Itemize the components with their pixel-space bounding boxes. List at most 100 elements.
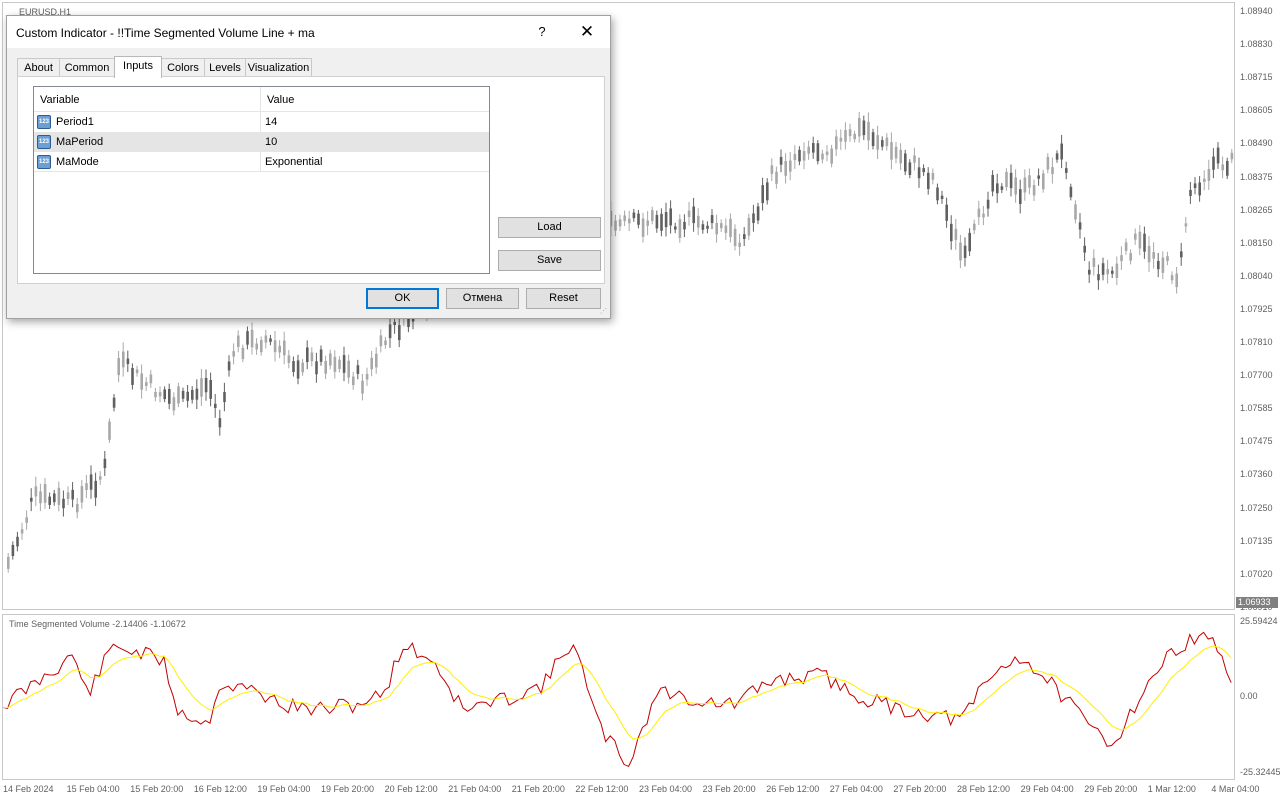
candle-body — [1042, 173, 1045, 190]
load-button[interactable]: Load — [498, 217, 601, 238]
candle-body — [140, 373, 143, 390]
cancel-button[interactable]: Отмена — [446, 288, 519, 309]
param-value: 14 — [265, 116, 278, 128]
inputs-grid[interactable]: Variable Value 123 Period1 14 123 MaPeri… — [33, 86, 490, 274]
help-button[interactable]: ? — [520, 16, 564, 48]
candle-body — [646, 220, 649, 226]
candle-body — [16, 536, 19, 547]
candle-body — [108, 421, 111, 440]
param-row-maperiod[interactable]: 123 MaPeriod 10 — [34, 132, 489, 152]
tab-levels[interactable]: Levels — [204, 58, 246, 77]
candle-body — [191, 389, 194, 400]
candle-body — [917, 167, 921, 179]
price-scale-label: 1.07360 — [1240, 469, 1273, 480]
resize-grip-icon[interactable]: ⋰ — [600, 308, 608, 316]
candle-body — [1226, 160, 1229, 176]
candle-body — [637, 213, 640, 225]
candle-body — [342, 355, 346, 373]
candle-body — [738, 242, 741, 247]
candle-body — [954, 228, 958, 240]
candle-body — [186, 391, 189, 401]
price-scale[interactable]: 1.08940 1.08830 1.08715 1.08605 1.08490 1.083… — [1236, 0, 1280, 612]
candle-body — [770, 165, 774, 174]
candle-body — [701, 224, 705, 230]
candle-body — [1074, 204, 1077, 220]
candle-body — [1138, 231, 1142, 249]
candle-body — [324, 361, 327, 374]
candle-body — [743, 234, 746, 239]
candle-body — [651, 210, 654, 221]
candle-body — [779, 156, 783, 165]
tab-visualization[interactable]: Visualization — [245, 58, 312, 77]
price-scale-label: 1.08940 — [1240, 6, 1273, 16]
grid-header: Variable Value — [34, 87, 489, 112]
tsv-lines — [3, 631, 1232, 768]
candle-body — [398, 325, 401, 341]
inputs-tab-page: Variable Value 123 Period1 14 123 MaPeri… — [17, 76, 605, 284]
candle-body — [53, 493, 56, 503]
candle-body — [812, 143, 815, 153]
candle-body — [973, 223, 976, 231]
column-header-variable[interactable]: Variable — [34, 87, 261, 111]
close-icon[interactable]: ✕ — [565, 16, 609, 48]
ok-button[interactable]: OK — [366, 288, 439, 309]
candle-body — [1221, 164, 1224, 171]
price-scale-label: 1.07135 — [1240, 535, 1273, 546]
price-scale-label: 1.08830 — [1240, 39, 1273, 50]
time-axis-label: 29 Feb 04:00 — [1020, 784, 1074, 794]
candle-body — [1019, 189, 1022, 204]
candle-body — [945, 204, 948, 221]
candle-body — [393, 321, 396, 325]
candle-body — [720, 223, 723, 229]
candle-body — [1212, 156, 1215, 170]
candle-body — [747, 217, 751, 236]
candle-body — [1189, 189, 1192, 196]
candle-body — [1046, 156, 1050, 170]
indicator-panel[interactable]: Time Segmented Volume -2.14406 -1.10672 — [2, 614, 1235, 780]
candle-body — [802, 151, 806, 161]
param-name: MaPeriod — [56, 136, 104, 148]
tsv-line — [3, 631, 1232, 768]
candle-body — [1147, 245, 1151, 263]
price-scale-label: 1.08040 — [1240, 270, 1273, 281]
candle-body — [678, 219, 682, 238]
tab-colors[interactable]: Colors — [161, 58, 205, 77]
candle-body — [881, 140, 884, 147]
tab-about[interactable]: About — [17, 58, 60, 77]
param-row-period1[interactable]: 123 Period1 14 — [34, 112, 489, 132]
candle-body — [618, 219, 622, 227]
integer-param-icon: 123 — [37, 115, 51, 129]
candle-body — [25, 517, 28, 523]
reset-button[interactable]: Reset — [526, 288, 601, 309]
time-axis-label: 21 Feb 04:00 — [448, 784, 502, 794]
candle-body — [950, 223, 953, 242]
indicator-scale-zero: 0.00 — [1240, 691, 1258, 701]
param-row-mamode[interactable]: 123 MaMode Exponential — [34, 152, 489, 172]
candle-body — [1120, 255, 1123, 262]
time-axis: 14 Feb 2024 15 Feb 04:00 15 Feb 20:00 16 Fe… — [0, 781, 1259, 800]
candle-body — [1180, 251, 1183, 258]
candle-body — [103, 458, 107, 469]
candle-body — [733, 228, 737, 246]
candle-body — [85, 483, 88, 490]
candle-body — [825, 151, 829, 155]
candle-body — [356, 365, 360, 374]
dialog-titlebar[interactable]: Custom Indicator - !!Time Segmented Volu… — [7, 16, 610, 48]
indicator-scale[interactable]: 25.59424 0.00 -25.32445 — [1236, 614, 1280, 781]
candle-body — [117, 358, 120, 376]
tab-inputs[interactable]: Inputs — [114, 56, 162, 78]
time-axis-label: 14 Feb 2024 — [3, 784, 54, 794]
candle-body — [1143, 233, 1146, 252]
tab-common[interactable]: Common — [59, 58, 115, 77]
param-value: Exponential — [265, 156, 323, 168]
candle-body — [1129, 253, 1132, 261]
candle-body — [177, 386, 180, 404]
price-scale-label: 1.08265 — [1240, 204, 1273, 215]
price-scale-label: 1.07020 — [1240, 568, 1273, 579]
candle-body — [927, 172, 930, 190]
candle-body — [876, 135, 879, 150]
enum-param-icon: 123 — [37, 155, 51, 169]
price-scale-label: 1.08605 — [1240, 105, 1273, 116]
save-button[interactable]: Save — [498, 250, 601, 271]
time-axis-label: 28 Feb 12:00 — [957, 784, 1011, 794]
